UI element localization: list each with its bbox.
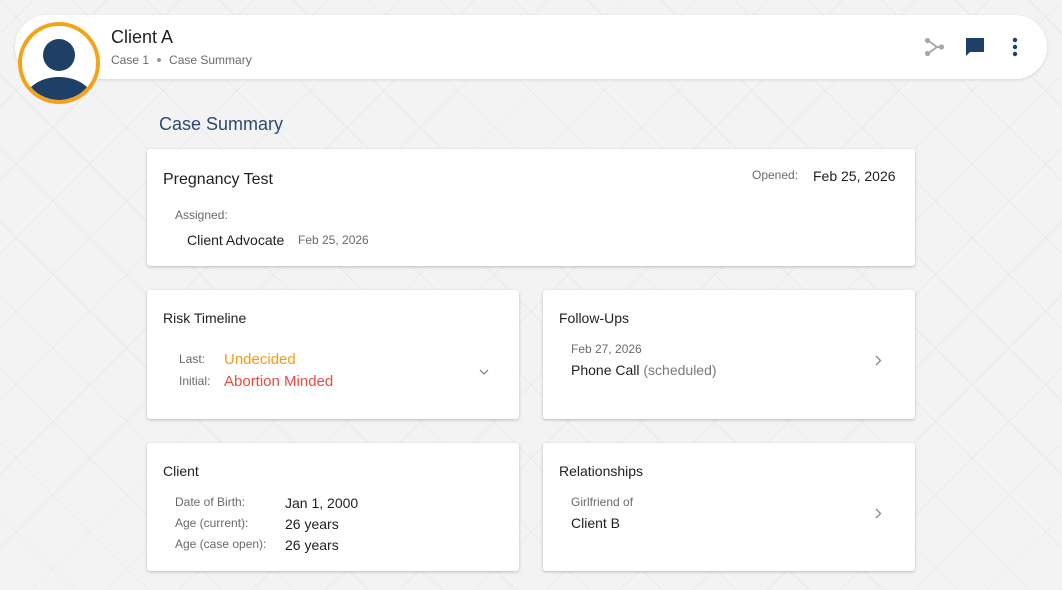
relationships-title: Relationships [559,463,644,479]
page-title: Case Summary [159,114,284,134]
client-avatar[interactable] [18,22,100,104]
last-label: Last: [179,352,206,366]
related-client-name[interactable]: Client B [571,515,620,531]
avatar-body [24,77,94,100]
age-open-value: 26 years [285,537,339,553]
relationship-type: Girlfriend of [571,495,634,509]
case-summary-card[interactable]: Pregnancy Test Opened: Feb 25, 2026 Assi… [147,149,915,266]
client-name: Client A [111,27,174,47]
relationships-card[interactable]: Relationships Girlfriend of Client B [543,443,915,571]
initial-risk-status: Abortion Minded [224,373,334,390]
more-vertical-icon[interactable] [1003,35,1027,59]
dob-label: Date of Birth: [175,495,246,509]
dob-value: Jan 1, 2000 [285,495,359,511]
breadcrumb-separator [157,58,162,62]
follow-up-date: Feb 27, 2026 [571,342,642,356]
age-current-value: 26 years [285,516,339,532]
follow-up-status: (scheduled) [643,362,717,378]
risk-timeline-title: Risk Timeline [163,310,247,326]
client-card-title: Client [163,463,199,479]
last-risk-status: Undecided [224,351,296,368]
assigned-label: Assigned: [175,208,228,222]
avatar-head [43,39,75,71]
assigned-date: Feb 25, 2026 [298,233,369,247]
initial-label: Initial: [179,374,211,388]
breadcrumb-current: Case Summary [169,53,252,67]
case-type: Pregnancy Test [163,171,273,188]
follow-ups-card[interactable]: Follow-Ups Feb 27, 2026 Phone Call (sche… [543,290,915,419]
breadcrumb-case[interactable]: Case 1 [111,53,149,67]
opened-date: Feb 25, 2026 [813,168,896,184]
chevron-right-icon[interactable] [871,506,885,520]
chevron-down-icon[interactable] [477,365,491,379]
follow-up-item[interactable]: Phone Call (scheduled) [571,362,717,378]
follow-ups-title: Follow-Ups [559,310,630,326]
assignee-name: Client Advocate [187,232,285,248]
follow-up-type: Phone Call [571,362,640,378]
age-current-label: Age (current): [175,516,249,530]
breadcrumb: Case 1 Case Summary [111,53,252,67]
chevron-right-icon[interactable] [871,353,885,367]
risk-timeline-card[interactable]: Risk Timeline Last: Undecided Initial: A… [147,290,519,419]
age-open-label: Age (case open): [175,537,267,551]
chat-icon[interactable] [963,35,987,59]
client-card[interactable]: Client Date of Birth: Jan 1, 2000 Age (c… [147,443,519,571]
share-icon[interactable] [922,35,946,59]
opened-label: Opened: [752,168,799,182]
client-header: Client A Case 1 Case Summary [15,15,1047,79]
